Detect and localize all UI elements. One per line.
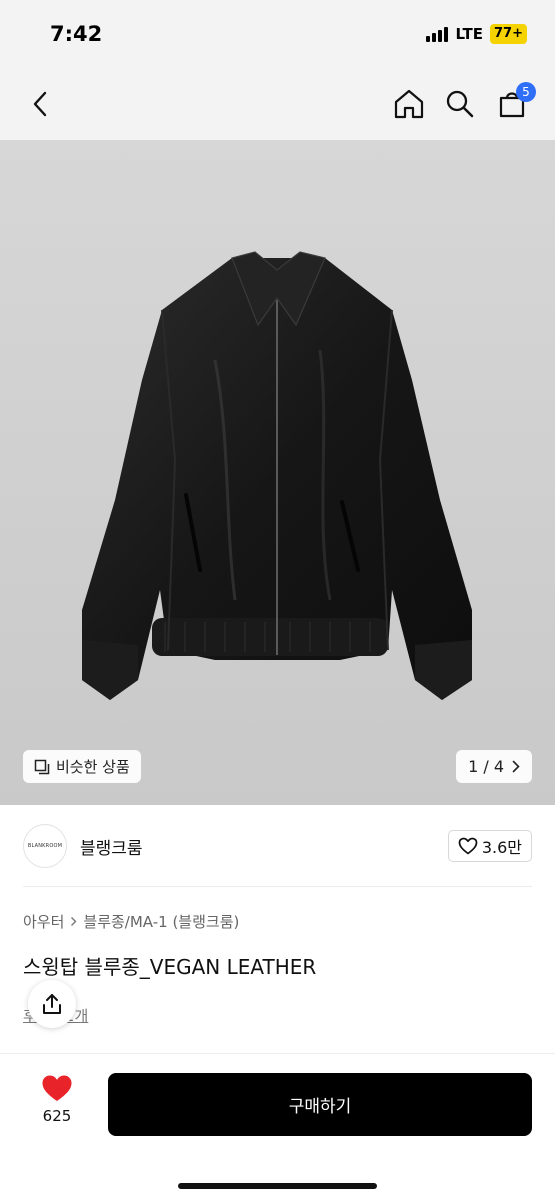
similar-products-button[interactable]: 비슷한 상품 bbox=[23, 750, 141, 783]
share-icon bbox=[43, 994, 61, 1014]
breadcrumb-item-outer[interactable]: 아우터 bbox=[23, 911, 64, 932]
cart-button[interactable]: 5 bbox=[492, 82, 536, 124]
signal-icon bbox=[426, 26, 449, 42]
jacket-illustration bbox=[82, 251, 472, 700]
product-image[interactable]: 비슷한 상품 1 / 4 bbox=[0, 140, 555, 805]
status-time: 7:42 bbox=[50, 22, 103, 46]
wishlist-button[interactable]: 625 bbox=[33, 1074, 81, 1125]
breadcrumb: 아우터 블루종/MA-1 (블랭크룸) bbox=[23, 911, 239, 932]
back-icon bbox=[33, 91, 47, 117]
status-bar: 7:42 LTE 77+ bbox=[0, 0, 555, 70]
brand-row: BLANKROOM 블랭크룸 3.6만 bbox=[23, 823, 532, 869]
brand-like-count: 3.6만 bbox=[481, 838, 522, 857]
home-indicator bbox=[178, 1183, 377, 1189]
brand-like-button[interactable]: 3.6만 bbox=[447, 830, 532, 862]
home-button[interactable] bbox=[389, 84, 429, 124]
top-nav: 5 bbox=[0, 70, 555, 140]
status-indicators: LTE 77+ bbox=[426, 24, 527, 44]
battery-indicator: 77+ bbox=[490, 24, 527, 44]
similar-products-label: 비슷한 상품 bbox=[56, 758, 130, 776]
search-icon bbox=[446, 90, 474, 118]
bottom-action-bar: 625 구매하기 bbox=[0, 1053, 555, 1200]
breadcrumb-item-category[interactable]: 블루종/MA-1 (블랭크룸) bbox=[83, 911, 239, 932]
divider bbox=[23, 886, 532, 887]
search-button[interactable] bbox=[440, 84, 480, 124]
heart-filled-icon bbox=[42, 1075, 72, 1101]
chevron-right-icon bbox=[71, 917, 77, 926]
product-title: 스윙탑 블루종_VEGAN LEATHER bbox=[23, 955, 317, 979]
buy-button[interactable]: 구매하기 bbox=[108, 1073, 532, 1136]
brand-logo[interactable]: BLANKROOM bbox=[23, 824, 67, 868]
brand-logo-text: BLANKROOM bbox=[27, 843, 63, 849]
share-button[interactable] bbox=[28, 980, 76, 1028]
similar-icon bbox=[34, 759, 50, 774]
brand-name[interactable]: 블랭크룸 bbox=[80, 834, 143, 859]
back-button[interactable] bbox=[20, 84, 60, 124]
home-icon bbox=[394, 89, 424, 119]
cart-count-badge: 5 bbox=[516, 82, 536, 102]
heart-outline-icon bbox=[458, 837, 478, 855]
image-pager[interactable]: 1 / 4 bbox=[456, 750, 532, 783]
chevron-right-icon bbox=[512, 760, 520, 773]
wishlist-count: 625 bbox=[42, 1107, 72, 1125]
image-pager-label: 1 / 4 bbox=[468, 757, 504, 776]
network-label: LTE bbox=[455, 25, 484, 43]
